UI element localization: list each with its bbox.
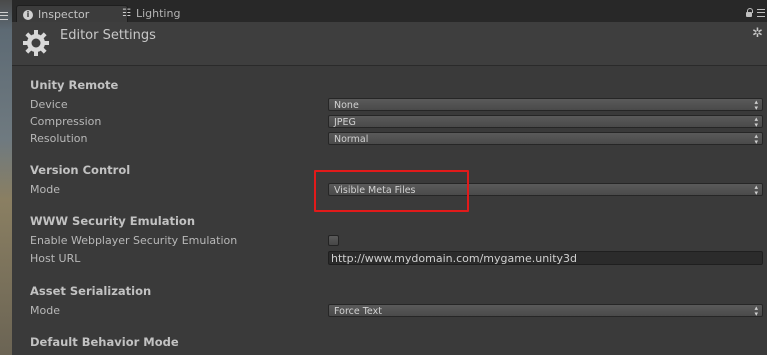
- serialization-mode-dropdown-value: Force Text: [334, 306, 382, 317]
- resolution-label: Resolution: [30, 132, 88, 145]
- webplayer-security-checkbox[interactable]: [328, 235, 339, 246]
- section-title-www-security: WWW Security Emulation: [30, 214, 196, 228]
- resolution-dropdown-value: Normal: [334, 134, 369, 145]
- host-url-label: Host URL: [30, 252, 81, 265]
- host-url-field[interactable]: http://www.mydomain.com/mygame.unity3d: [328, 251, 763, 265]
- inspector-header: Editor Settings ✲: [12, 22, 767, 66]
- dropdown-arrows-icon: ▴ ▾: [754, 183, 758, 197]
- dropdown-arrows-icon: ▴ ▾: [754, 115, 758, 129]
- scene-view-strip: [0, 0, 12, 355]
- webplayer-security-label: Enable Webplayer Security Emulation: [30, 234, 238, 247]
- page-title: Editor Settings: [60, 28, 156, 43]
- compression-label: Compression: [30, 115, 102, 128]
- compression-dropdown[interactable]: JPEG ▴ ▾: [328, 115, 763, 129]
- device-dropdown[interactable]: None ▴ ▾: [328, 98, 763, 112]
- section-title-default-behavior: Default Behavior Mode: [30, 335, 179, 349]
- highlight-annotation-box: [314, 170, 469, 212]
- device-dropdown-value: None: [334, 100, 359, 111]
- dropdown-arrows-icon: ▴ ▾: [754, 98, 758, 112]
- tab-bar: i Inspector ☷ Lighting: [12, 0, 767, 23]
- device-label: Device: [30, 98, 68, 111]
- scene-menu-icon[interactable]: [0, 12, 8, 20]
- vc-mode-label: Mode: [30, 183, 60, 196]
- section-title-unity-remote: Unity Remote: [30, 78, 119, 92]
- lighting-icon: ☷: [122, 8, 131, 19]
- section-title-asset-serialization: Asset Serialization: [30, 284, 152, 298]
- editor-settings-content: Unity Remote Device None ▴ ▾ Compression …: [12, 66, 767, 355]
- serialization-mode-dropdown[interactable]: Force Text ▴ ▾: [328, 304, 763, 318]
- panel-menu-icon[interactable]: [757, 9, 765, 17]
- info-icon: i: [23, 9, 33, 20]
- tab-lighting-label: Lighting: [135, 7, 181, 20]
- tab-inspector[interactable]: i Inspector: [16, 5, 128, 23]
- tab-inspector-label: Inspector: [38, 8, 90, 21]
- settings-gear-icon[interactable]: ✲: [752, 26, 763, 41]
- resolution-dropdown[interactable]: Normal ▴ ▾: [328, 132, 763, 146]
- tab-lighting[interactable]: ☷ Lighting: [116, 5, 188, 22]
- gear-icon: [23, 30, 49, 56]
- section-title-version-control: Version Control: [30, 163, 131, 177]
- dropdown-arrows-icon: ▴ ▾: [754, 304, 758, 318]
- dropdown-arrows-icon: ▴ ▾: [754, 132, 758, 146]
- lock-icon[interactable]: [746, 8, 753, 17]
- serialization-mode-label: Mode: [30, 304, 60, 317]
- compression-dropdown-value: JPEG: [334, 117, 356, 128]
